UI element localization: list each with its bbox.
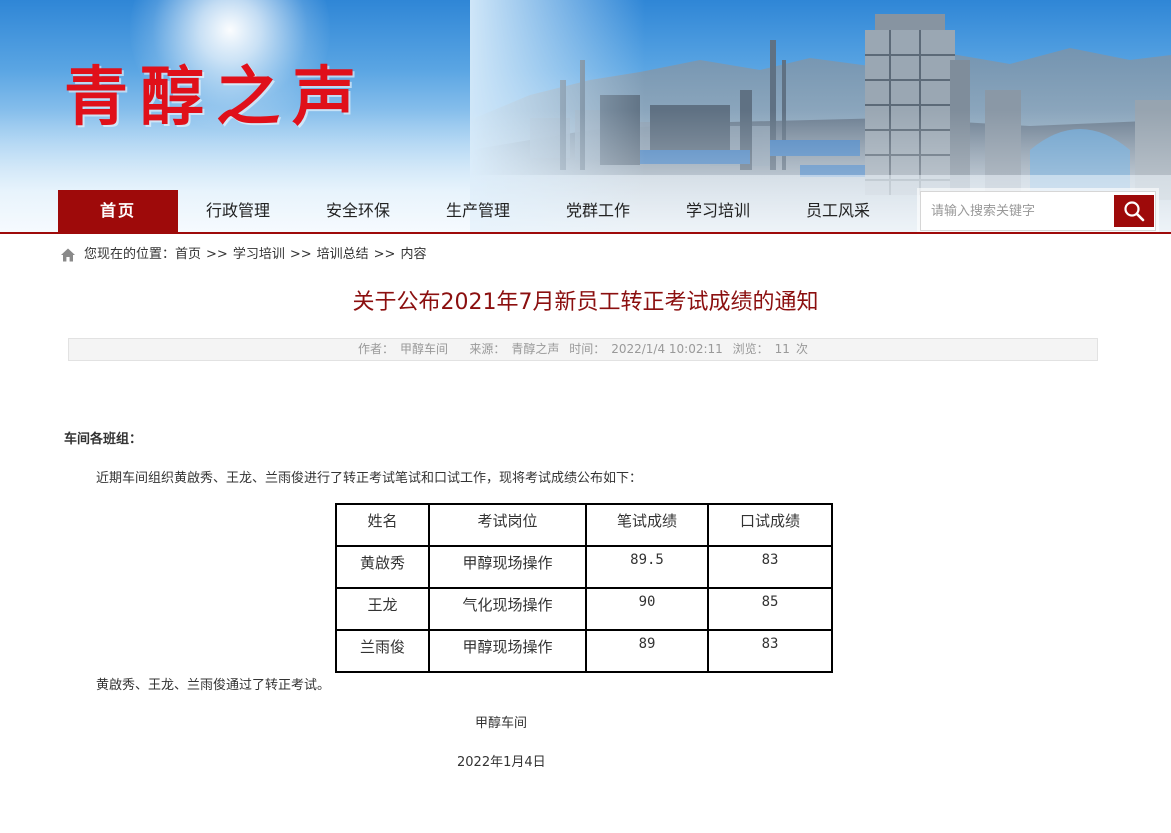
table-cell-name: 黄啟秀 (335, 545, 430, 589)
table-cell-oral-score: 83 (707, 629, 833, 673)
table-header-cell: 口试成绩 (707, 503, 833, 547)
article-meta: 作者： 甲醇车间 来源： 青醇之声 时间： 2022/1/4 10:02:11 浏览：… (68, 338, 1098, 361)
breadcrumb-current: 内容 (400, 247, 427, 262)
nav-item-training[interactable]: 学习培训 (658, 190, 778, 232)
meta-time: 2022/1/4 10:02:11 (611, 342, 723, 356)
article-intro: 近期车间组织黄啟秀、王龙、兰雨俊进行了转正考试笔试和口试工作，现将考试成绩公布如… (96, 471, 643, 486)
article-title: 关于公布2021年7月新员工转正考试成绩的通知 (352, 290, 819, 315)
breadcrumb-training[interactable]: 学习培训 (233, 245, 285, 265)
table-cell-name: 兰雨俊 (335, 629, 430, 673)
site-logo[interactable]: 青醇之声 (64, 58, 368, 138)
table-row: 王龙 气化现场操作 90 85 (335, 587, 833, 631)
main-nav: 首页 行政管理 安全环保 生产管理 党群工作 学习培训 员工风采 (58, 190, 898, 232)
table-header-row: 姓名 考试岗位 笔试成绩 口试成绩 (335, 503, 833, 547)
meta-source-label: 来源： (469, 342, 506, 356)
breadcrumb-separator: >> (373, 247, 396, 262)
breadcrumb-training-summary[interactable]: 培训总结 (317, 245, 369, 265)
nav-divider (0, 232, 1171, 234)
breadcrumb-separator: >> (206, 247, 228, 262)
search-box (920, 191, 1156, 231)
table-cell-written-score: 90 (585, 587, 709, 631)
meta-time-label: 时间： (569, 342, 606, 356)
meta-views: 11 (774, 342, 790, 356)
scores-table: 姓名 考试岗位 笔试成绩 口试成绩 黄啟秀 甲醇现场操作 89.5 83 王龙 … (335, 503, 833, 673)
breadcrumb-home[interactable]: 首页 (175, 245, 201, 265)
nav-item-staff[interactable]: 员工风采 (778, 190, 898, 232)
search-button[interactable] (1114, 195, 1154, 227)
breadcrumb: 您现在的位置： 首页 >> 学习培训 >> 培训总结 >> 内容 (60, 245, 426, 265)
nav-item-admin[interactable]: 行政管理 (178, 190, 298, 232)
table-cell-oral-score: 83 (707, 545, 833, 589)
table-cell-position: 气化现场操作 (428, 587, 587, 631)
meta-author-label: 作者： (358, 342, 395, 356)
meta-source: 青醇之声 (511, 342, 560, 356)
breadcrumb-separator: >> (289, 247, 312, 262)
home-icon (61, 248, 75, 262)
table-header-cell: 考试岗位 (428, 503, 587, 547)
table-header-cell: 姓名 (335, 503, 430, 547)
table-cell-position: 甲醇现场操作 (428, 545, 587, 589)
article-signature: 甲醇车间 (475, 716, 528, 731)
article-greeting: 车间各班组： (64, 432, 143, 447)
table-row: 黄啟秀 甲醇现场操作 89.5 83 (335, 545, 833, 589)
table-cell-name: 王龙 (335, 587, 430, 631)
nav-item-party[interactable]: 党群工作 (538, 190, 658, 232)
meta-author: 甲醇车间 (400, 342, 449, 356)
table-header-cell: 笔试成绩 (585, 503, 709, 547)
table-cell-written-score: 89 (585, 629, 709, 673)
table-cell-position: 甲醇现场操作 (428, 629, 587, 673)
nav-item-production[interactable]: 生产管理 (418, 190, 538, 232)
table-cell-written-score: 89.5 (585, 545, 709, 589)
article-date: 2022年1月4日 (457, 755, 546, 770)
table-cell-oral-score: 85 (707, 587, 833, 631)
breadcrumb-prefix: 您现在的位置： (84, 247, 176, 262)
article-result: 黄啟秀、王龙、兰雨俊通过了转正考试。 (96, 678, 331, 693)
meta-views-unit: 次 (795, 342, 808, 356)
meta-views-label: 浏览： (732, 342, 769, 356)
search-icon (1124, 201, 1145, 222)
nav-item-safety[interactable]: 安全环保 (298, 190, 418, 232)
search-input[interactable] (925, 196, 1115, 226)
table-row: 兰雨俊 甲醇现场操作 89 83 (335, 629, 833, 673)
nav-item-home[interactable]: 首页 (58, 190, 178, 232)
